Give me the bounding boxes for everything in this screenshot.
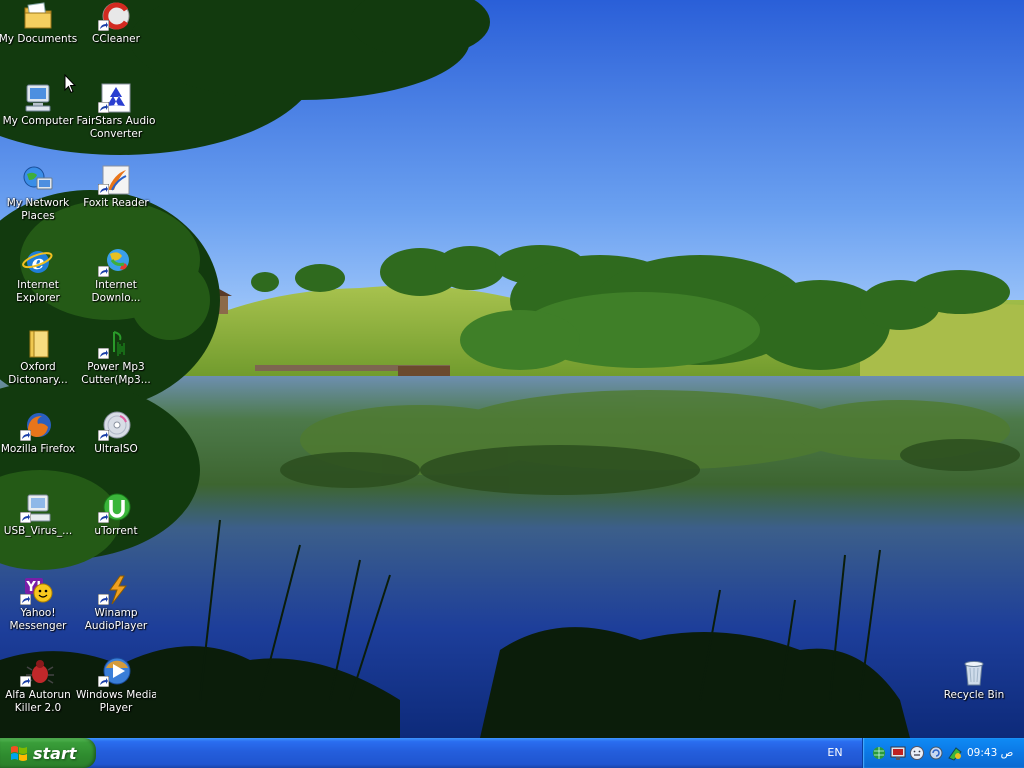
system-tray: 09:43 ص: [862, 738, 1024, 768]
internet-explorer-icon: e: [22, 250, 53, 274]
desktop-icon-winamp[interactable]: Winamp AudioPlayer: [76, 574, 156, 633]
icon-label-line2: Places: [21, 210, 55, 222]
folder-icon: [29, 330, 49, 358]
shortcut-arrow-icon: [98, 184, 109, 195]
icon-label: Power Mp3: [87, 361, 145, 373]
network-tools-tray-icon[interactable]: [947, 745, 963, 761]
shortcut-arrow-icon: [20, 512, 31, 523]
icon-label-line2: Dictonary...: [8, 374, 68, 386]
icon-label: USB_Virus_...: [3, 525, 73, 537]
desktop-icon-ultraiso[interactable]: UltraISO: [76, 410, 156, 456]
desktop-icon-yahoo-messenger[interactable]: Y! Yahoo! Messenger: [0, 574, 78, 633]
start-label: start: [33, 743, 77, 763]
icon-label-line2: Downlo...: [91, 292, 141, 304]
icon-label-line2: Messenger: [9, 620, 67, 632]
mouse-cursor-icon: [64, 74, 76, 94]
shortcut-arrow-icon: [98, 676, 109, 687]
desktop-icon-windows-media-player[interactable]: Windows Media Player: [76, 656, 156, 715]
desktop-icon-my-documents[interactable]: My Documents: [0, 0, 78, 46]
icon-label: My Documents: [0, 33, 78, 45]
icon-label: Foxit Reader: [83, 197, 149, 209]
icon-label: uTorrent: [94, 525, 138, 537]
network-globe-tray-icon[interactable]: [871, 745, 887, 761]
windows-logo-icon: [11, 746, 27, 761]
desktop-icon-mozilla-firefox[interactable]: Mozilla Firefox: [0, 410, 78, 456]
desktop-icon-fairstars-audio-converter[interactable]: FairStars Audio Converter: [76, 82, 156, 141]
shortcut-arrow-icon: [20, 430, 31, 441]
shortcut-arrow-icon: [98, 20, 109, 31]
desktop[interactable]: My Documents My Computer My Network Plac…: [0, 0, 1024, 738]
network-globe-icon: [23, 166, 53, 190]
desktop-icon-recycle-bin[interactable]: Recycle Bin: [934, 656, 1014, 702]
desktop-icon-my-network-places[interactable]: My Network Places: [0, 164, 78, 223]
shortcut-arrow-icon: [20, 594, 31, 605]
icon-label: UltraISO: [94, 443, 138, 455]
desktop-icon-internet-explorer[interactable]: e Internet Explorer: [0, 246, 78, 305]
icon-label: Internet: [95, 279, 137, 291]
icon-label-line2: Explorer: [16, 292, 60, 304]
icon-label-line2: Player: [99, 702, 133, 714]
icon-label: Internet: [17, 279, 59, 291]
computer-icon: [25, 84, 51, 112]
desktop-icon-usb-virus[interactable]: USB_Virus_...: [0, 492, 78, 538]
monitor-tray-icon[interactable]: [890, 745, 906, 761]
icon-label: CCleaner: [92, 33, 140, 45]
shortcut-arrow-icon: [20, 676, 31, 687]
icon-label: FairStars Audio: [76, 115, 156, 127]
icon-label-line2: Cutter(Mp3...: [81, 374, 151, 386]
icon-label-line2: AudioPlayer: [84, 620, 148, 632]
desktop-icon-oxford-dictionary[interactable]: Oxford Dictonary...: [0, 328, 78, 387]
shortcut-arrow-icon: [98, 102, 109, 113]
icon-label: Windows Media: [76, 689, 156, 701]
icon-label: Winamp: [94, 607, 138, 619]
icon-label-line2: Killer 2.0: [14, 702, 62, 714]
language-indicator[interactable]: EN: [820, 738, 850, 768]
desktop-icon-utorrent[interactable]: uTorrent: [76, 492, 156, 538]
icon-label: Oxford: [20, 361, 56, 373]
taskbar-clock[interactable]: 09:43 ص: [967, 738, 1013, 768]
desktop-icon-internet-download-manager[interactable]: Internet Downlo...: [76, 246, 156, 305]
folder-documents-icon: [24, 2, 52, 29]
messenger-smiley-tray-icon[interactable]: [909, 745, 925, 761]
start-button[interactable]: start: [0, 738, 96, 768]
icon-label: Mozilla Firefox: [0, 443, 76, 455]
desktop-icon-alfa-autorun-killer[interactable]: Alfa Autorun Killer 2.0: [0, 656, 78, 715]
desktop-icon-foxit-reader[interactable]: Foxit Reader: [76, 164, 156, 210]
shortcut-arrow-icon: [98, 594, 109, 605]
icon-label: Yahoo!: [20, 607, 56, 619]
desktop-icon-ccleaner[interactable]: CCleaner: [76, 0, 156, 46]
shortcut-arrow-icon: [98, 348, 109, 359]
icon-label: My Network: [6, 197, 70, 209]
recycle-bin-icon: [964, 661, 984, 686]
icon-label: Alfa Autorun: [5, 689, 71, 701]
desktop-icon-power-mp3-cutter[interactable]: Power Mp3 Cutter(Mp3...: [76, 328, 156, 387]
taskbar: start EN 09:43 ص: [0, 738, 1024, 768]
shortcut-arrow-icon: [98, 430, 109, 441]
icon-label-line2: Converter: [89, 128, 143, 140]
refresh-tray-icon[interactable]: [928, 745, 944, 761]
shortcut-arrow-icon: [98, 266, 109, 277]
shortcut-arrow-icon: [98, 512, 109, 523]
icon-label: Recycle Bin: [943, 689, 1005, 701]
icon-label: My Computer: [2, 115, 74, 127]
